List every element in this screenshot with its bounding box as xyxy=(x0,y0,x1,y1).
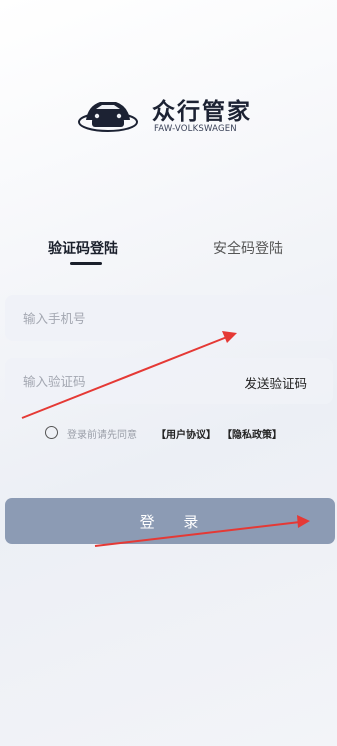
login-button[interactable]: 登 录 xyxy=(5,498,335,544)
agreement-prefix: 登录前请先同意 xyxy=(67,430,137,441)
tab-security-code-login[interactable]: 安全码登陆 xyxy=(213,238,283,258)
user-agreement-link[interactable]: 【用户协议】 xyxy=(156,426,216,441)
code-field: 发送验证码 xyxy=(5,358,333,404)
phone-input[interactable] xyxy=(23,295,223,341)
tab-sms-code-login[interactable]: 验证码登陆 xyxy=(48,238,118,258)
app-subtitle: FAW-VOLKSWAGEN xyxy=(154,124,237,134)
verification-code-input[interactable] xyxy=(23,358,223,404)
brand-logo: 众行管家 FAW-VOLKSWAGEN xyxy=(78,92,268,142)
active-tab-indicator xyxy=(70,262,102,265)
agreement-radio[interactable] xyxy=(45,426,58,439)
agreement-row: 登录前请先同意 【用户协议】 【隐私政策】 xyxy=(45,426,325,442)
send-code-button[interactable]: 发送验证码 xyxy=(244,373,307,392)
phone-field xyxy=(5,295,333,341)
login-tabs: 验证码登陆 安全码登陆 xyxy=(0,238,337,268)
privacy-policy-link[interactable]: 【隐私政策】 xyxy=(222,426,282,441)
app-title: 众行管家 xyxy=(152,99,252,125)
car-icon xyxy=(78,102,138,132)
